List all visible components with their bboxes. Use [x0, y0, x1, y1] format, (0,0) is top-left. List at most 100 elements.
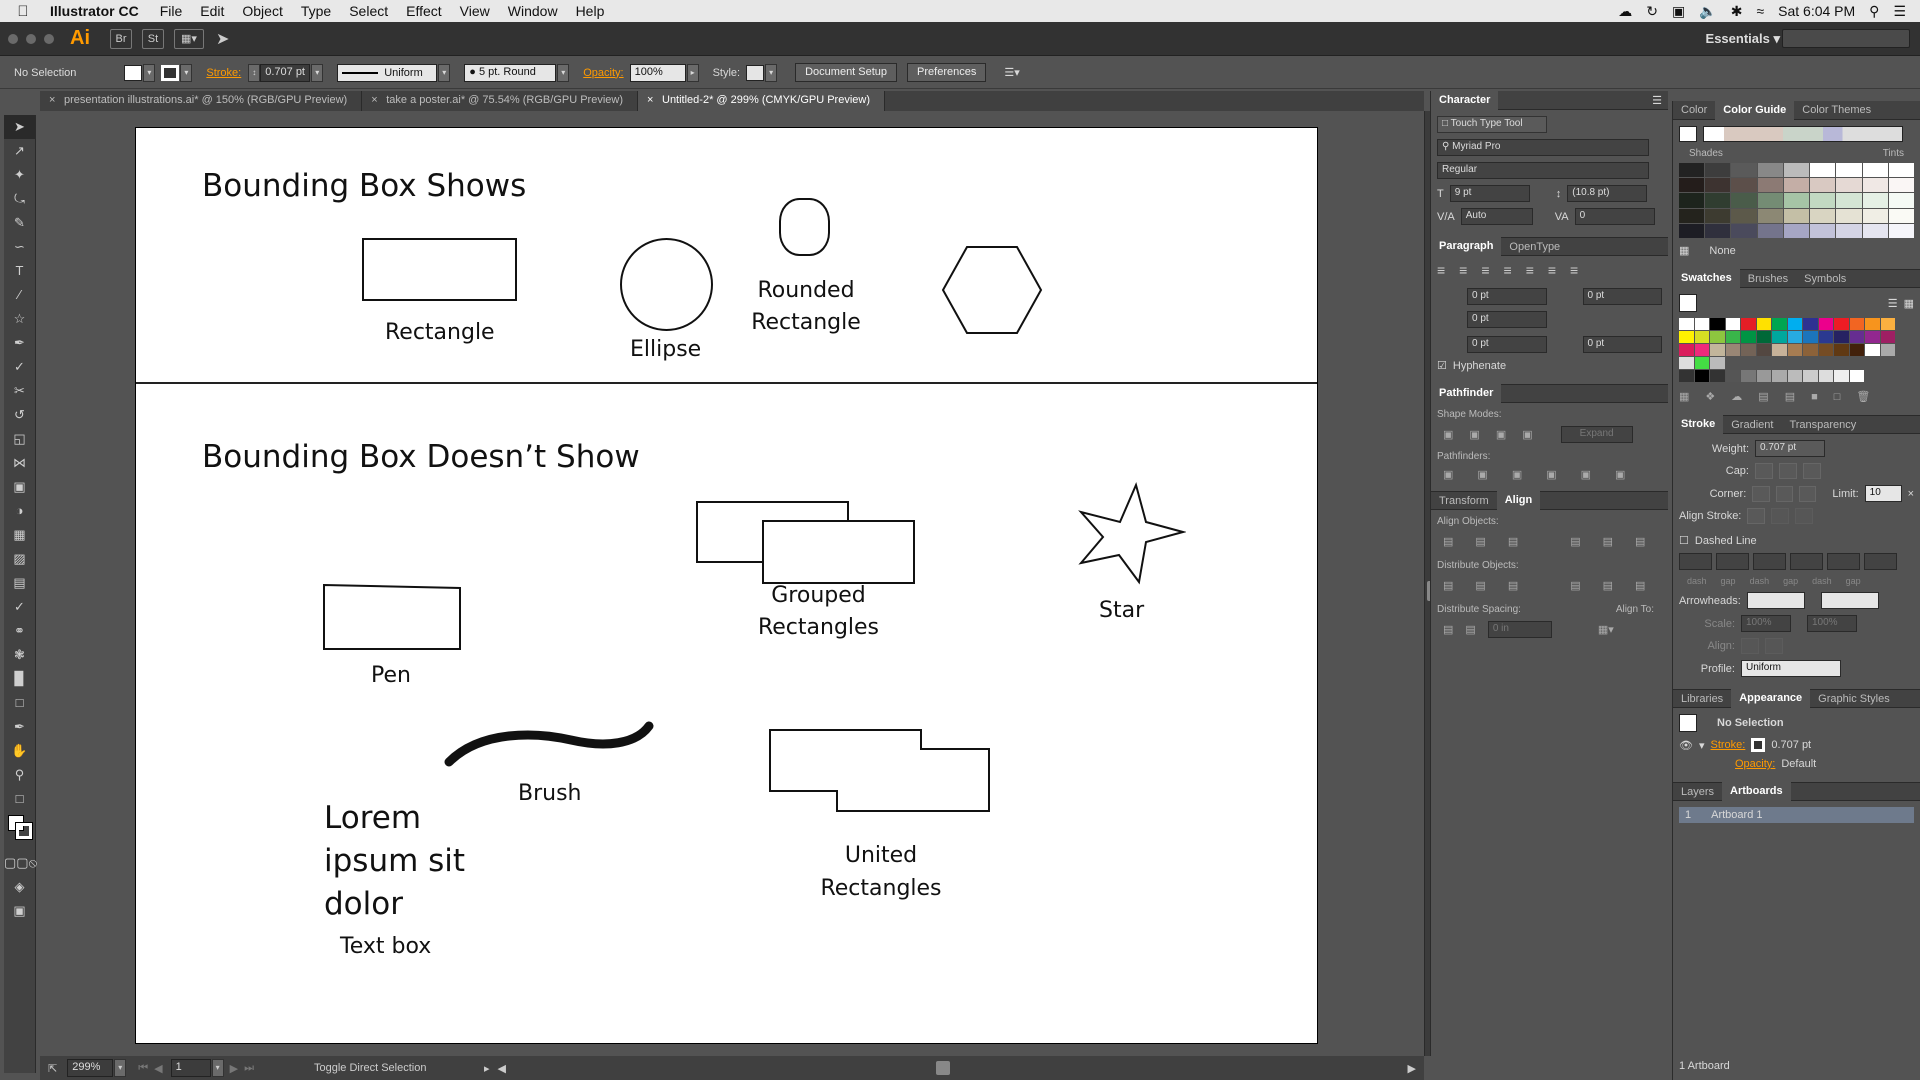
slice-tool-icon[interactable]: ✒	[4, 715, 35, 739]
sync-icon[interactable]: ↻	[1646, 3, 1658, 20]
harmony-rules-bar[interactable]	[1703, 126, 1903, 142]
app-name[interactable]: Illustrator CC	[46, 3, 151, 19]
arrange-documents-button[interactable]: ▦▾	[174, 28, 204, 49]
color-guide-grid[interactable]	[1679, 163, 1914, 238]
fill-stroke-widget[interactable]	[4, 813, 35, 851]
exclude-icon[interactable]: ▣	[1522, 428, 1532, 441]
tab-transparency[interactable]: Transparency	[1781, 419, 1864, 431]
dash-2-input[interactable]	[1753, 553, 1786, 570]
scale-tool-icon[interactable]: ◱	[4, 427, 35, 451]
blend-tool-icon[interactable]: ⚭	[4, 619, 35, 643]
visibility-eye-icon[interactable]: 👁	[1679, 739, 1693, 752]
grouped-rectangles-label-2[interactable]: Rectangles	[746, 615, 891, 640]
artboard-nav-icon[interactable]: ⇱	[48, 1062, 57, 1075]
curvature-tool-icon[interactable]: ∽	[4, 235, 35, 259]
appearance-stroke-link[interactable]: Stroke:	[1711, 739, 1746, 751]
tab-character[interactable]: Character	[1431, 90, 1499, 110]
font-style-field[interactable]: Regular	[1437, 162, 1649, 179]
tab-symbols[interactable]: Symbols	[1796, 273, 1854, 285]
default-fill-stroke-icon[interactable]: □	[4, 787, 35, 813]
next-artboard-icon[interactable]: ▶	[230, 1062, 238, 1075]
rounded-rectangle-label-2[interactable]: Rectangle	[741, 310, 871, 335]
tab-color-guide[interactable]: Color Guide	[1715, 100, 1795, 120]
tab-color[interactable]: Color	[1673, 104, 1715, 116]
workspace-switcher[interactable]: Essentials ▾	[1706, 31, 1780, 47]
font-family-field[interactable]: ⚲ Myriad Pro	[1437, 139, 1649, 156]
screen-mode-icon[interactable]: ▣	[4, 899, 35, 923]
distribute-v-space-icon[interactable]: ▤	[1443, 623, 1453, 636]
distribute-v-center-icon[interactable]: ▤	[1475, 579, 1485, 592]
tab-stroke[interactable]: Stroke	[1673, 415, 1724, 434]
distribute-h-space-icon[interactable]: ▤	[1465, 623, 1475, 636]
rectangle-shape[interactable]	[362, 238, 517, 301]
swatch-libraries-icon[interactable]: ▦	[1679, 390, 1689, 403]
text-box-label[interactable]: Text box	[340, 934, 431, 959]
horizontal-scroll-thumb[interactable]	[935, 1061, 950, 1075]
style-dropdown[interactable]: ▾	[765, 63, 778, 82]
tab-align[interactable]: Align	[1496, 491, 1541, 510]
stroke-swatch[interactable]	[161, 64, 180, 81]
color-group-icon[interactable]: ▦	[1679, 244, 1689, 257]
scroll-right-icon[interactable]: ▶	[1408, 1062, 1416, 1075]
justify-left-icon[interactable]: ≡	[1504, 262, 1512, 278]
menu-list-icon[interactable]: ☰	[1893, 3, 1906, 20]
help-search-input[interactable]	[1782, 29, 1910, 48]
kerning-field[interactable]: Auto	[1460, 208, 1533, 225]
star-tool-icon[interactable]: ☆	[4, 307, 35, 331]
base-color-swatch[interactable]	[1679, 126, 1697, 142]
close-window-icon[interactable]	[8, 33, 18, 44]
round-cap-icon[interactable]	[1779, 463, 1797, 479]
united-rectangles-shape[interactable]	[769, 729, 991, 815]
leading-field[interactable]: (10.8 pt)	[1567, 185, 1648, 202]
align-v-center-icon[interactable]: ▤	[1603, 535, 1613, 548]
opacity-link[interactable]: Opacity:	[583, 67, 623, 79]
menu-effect[interactable]: Effect	[397, 3, 451, 19]
trim-icon[interactable]: ▣	[1477, 468, 1487, 481]
pen-label[interactable]: Pen	[371, 663, 411, 688]
bevel-join-icon[interactable]	[1799, 485, 1817, 502]
bridge-button[interactable]: Br	[110, 28, 132, 49]
display-icon[interactable]: ▣	[1672, 3, 1685, 20]
brush-dropdown[interactable]: ▾	[557, 63, 570, 82]
pen-tool-icon[interactable]: ✎	[4, 211, 35, 235]
brush-label[interactable]: Brush	[518, 781, 582, 806]
heading-bounding-box-doesnt-show[interactable]: Bounding Box Doesn’t Show	[202, 439, 640, 475]
font-size-field[interactable]: 9 pt	[1449, 185, 1530, 202]
column-graph-tool-icon[interactable]: ▉	[4, 667, 35, 691]
end-arrowhead-select[interactable]	[1820, 592, 1879, 609]
spotlight-icon[interactable]: ⚲	[1869, 3, 1879, 20]
ellipse-shape[interactable]	[620, 238, 713, 331]
menu-object[interactable]: Object	[233, 3, 291, 19]
align-left-edge-icon[interactable]: ▤	[1443, 535, 1453, 548]
space-after-field[interactable]: 0 pt	[1582, 336, 1662, 353]
miter-limit-input[interactable]: 10	[1864, 485, 1902, 502]
tab-paragraph[interactable]: Paragraph	[1431, 237, 1502, 256]
distribute-left-icon[interactable]: ▤	[1570, 579, 1580, 592]
brush-stroke-shape[interactable]	[441, 718, 657, 770]
gpu-rocket-icon[interactable]: ➤	[216, 29, 229, 49]
artboard-number-field[interactable]: 1	[170, 1059, 211, 1077]
expand-button[interactable]: Expand	[1560, 426, 1633, 443]
creative-cloud-icon[interactable]: ☁	[1618, 3, 1632, 20]
type-tool-icon[interactable]: T	[4, 259, 35, 283]
align-bottom-icon[interactable]: ▤	[1635, 535, 1645, 548]
artboard-number-dropdown[interactable]: ▾	[211, 1059, 224, 1077]
stroke-weight-stepper[interactable]: ↕	[248, 63, 261, 82]
stroke-panel-link[interactable]: Stroke:	[206, 67, 241, 79]
united-rectangles-label-2[interactable]: Rectangles	[811, 876, 951, 901]
stroke-weight-input[interactable]: 0.707 pt	[1755, 440, 1825, 457]
menu-type[interactable]: Type	[292, 3, 340, 19]
minus-back-icon[interactable]: ▣	[1615, 468, 1625, 481]
drawing-modes-icon[interactable]: ◈	[4, 875, 35, 899]
tab-appearance[interactable]: Appearance	[1731, 689, 1811, 708]
mesh-tool-icon[interactable]: ▨	[4, 547, 35, 571]
first-line-indent-field[interactable]: 0 pt	[1467, 311, 1547, 328]
pen-shape[interactable]	[322, 583, 464, 653]
align-h-center-icon[interactable]: ▤	[1475, 535, 1485, 548]
magic-wand-tool-icon[interactable]: ✦	[4, 163, 35, 187]
tab-brushes[interactable]: Brushes	[1740, 273, 1796, 285]
align-stroke-center-icon[interactable]	[1747, 508, 1766, 524]
zoom-window-icon[interactable]	[44, 33, 54, 44]
new-color-group-icon[interactable]: ▤	[1758, 390, 1768, 403]
scissors-tool-icon[interactable]: ✂	[4, 379, 35, 403]
